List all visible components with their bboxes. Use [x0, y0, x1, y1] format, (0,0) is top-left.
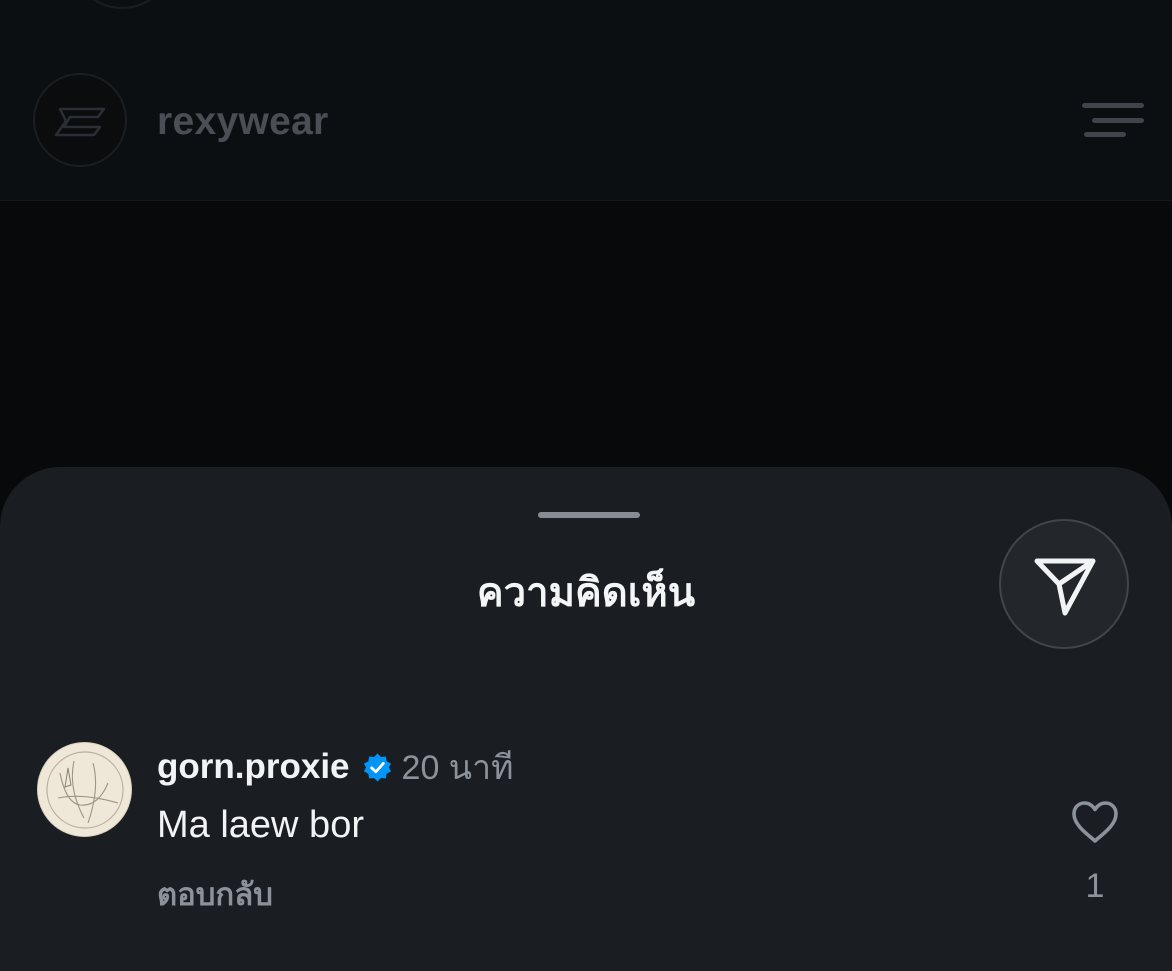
profile-avatar[interactable]: [33, 73, 127, 167]
sheet-title: ความคิดเห็น: [476, 571, 696, 615]
commenter-avatar[interactable]: [37, 742, 132, 837]
profile-header: rexywear: [0, 0, 1172, 201]
profile-username[interactable]: rexywear: [157, 100, 329, 144]
comment-timestamp: 20 นาที: [401, 749, 514, 787]
like-count: 1: [1085, 867, 1105, 905]
menu-icon[interactable]: [1082, 103, 1144, 137]
brand-logo-icon: [54, 107, 106, 137]
reply-button[interactable]: ตอบกลับ: [157, 869, 273, 919]
sheet-drag-handle[interactable]: [538, 512, 640, 518]
comment-username[interactable]: gorn.proxie: [157, 747, 350, 787]
verified-badge-icon: [363, 753, 391, 781]
avatar-peek: [70, 0, 174, 9]
send-icon: [1034, 558, 1096, 616]
screen: rexywear ความคิดเห็น gorn.proxie 20 นาที…: [0, 0, 1172, 971]
share-button[interactable]: [999, 519, 1129, 649]
heart-icon[interactable]: [1070, 799, 1120, 845]
comment-text: Ma laew bor: [157, 804, 364, 846]
comments-sheet: ความคิดเห็น gorn.proxie 20 นาที Ma laew …: [0, 467, 1172, 971]
comment-header: gorn.proxie 20 นาที: [157, 747, 514, 787]
